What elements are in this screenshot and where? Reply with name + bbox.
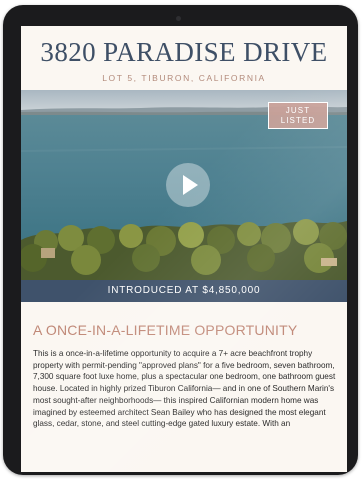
tablet-frame: 3820 PARADISE DRIVE LOT 5, TIBURON, CALI… [3,5,358,475]
just-listed-badge: JUST LISTED [268,102,328,129]
price-banner: INTRODUCED AT $4,850,000 [21,280,347,302]
description-text: This is a once-in-a-lifetime opportunity… [33,349,336,429]
tablet-screen: 3820 PARADISE DRIVE LOT 5, TIBURON, CALI… [21,26,347,472]
listing-address: LOT 5, TIBURON, CALIFORNIA [102,73,266,83]
camera-icon [176,16,181,21]
badge-line-1: JUST [285,106,311,115]
property-video[interactable]: JUST LISTED [21,90,347,280]
section-heading: A ONCE-IN-A-LIFETIME OPPORTUNITY [33,322,298,338]
play-icon[interactable] [166,163,210,207]
badge-line-2: LISTED [280,116,316,125]
listing-title: 3820 PARADISE DRIVE [40,37,328,67]
